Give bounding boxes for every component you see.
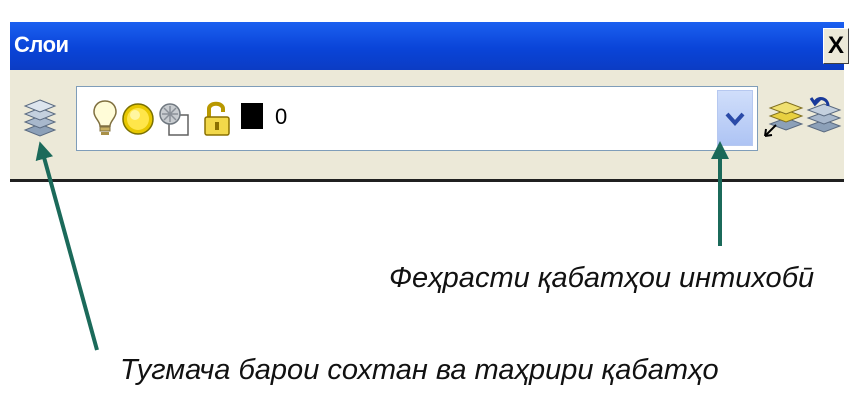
layer-list-caption: Феҳрасти қабатҳои интихобӣ: [389, 262, 815, 294]
arrow-to-layer-button: [35, 141, 99, 351]
layer-button-caption: Тугмача барои сохтан ва таҳрири қабатҳо: [120, 354, 719, 386]
annotation-arrows: [35, 141, 729, 351]
